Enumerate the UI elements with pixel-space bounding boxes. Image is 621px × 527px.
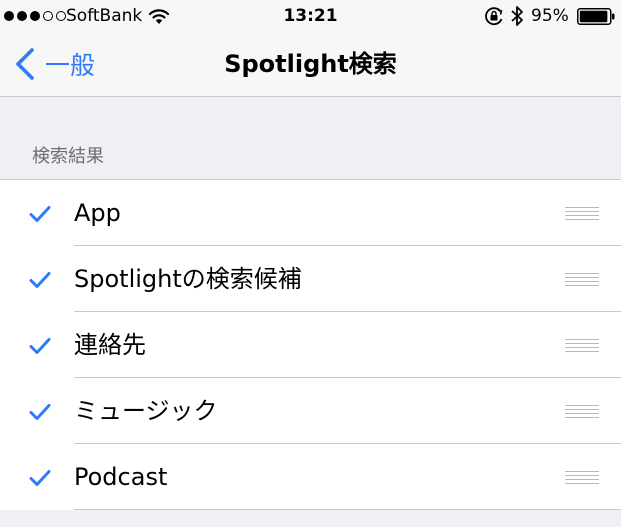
list-item-label: Spotlightの検索候補 bbox=[74, 265, 302, 293]
checkmark-icon bbox=[29, 470, 51, 486]
checkmark-icon bbox=[29, 206, 51, 222]
reorder-grip-icon[interactable] bbox=[565, 339, 599, 352]
reorder-grip-icon[interactable] bbox=[565, 405, 599, 418]
page-title: Spotlight検索 bbox=[224, 50, 397, 78]
status-bar: SoftBank 13:21 95% bbox=[0, 0, 621, 32]
list-item-contacts[interactable]: 連絡先 bbox=[0, 312, 621, 378]
rotation-lock-icon bbox=[485, 7, 503, 26]
battery-percent: 95% bbox=[531, 6, 569, 26]
battery-fill bbox=[579, 10, 608, 23]
checkmark-icon bbox=[29, 404, 51, 420]
list-item-app[interactable]: App bbox=[0, 180, 621, 246]
list-item-spotlight-suggestions[interactable]: Spotlightの検索候補 bbox=[0, 246, 621, 312]
search-results-list: App Spotlightの検索候補 連絡先 ミュージック Podcast bbox=[0, 179, 621, 510]
list-item-label: Podcast bbox=[74, 463, 168, 491]
clock: 13:21 bbox=[283, 6, 338, 26]
battery-icon bbox=[577, 8, 615, 25]
checkmark-icon bbox=[29, 338, 51, 354]
list-item-podcast[interactable]: Podcast bbox=[0, 444, 621, 510]
checkmark-icon bbox=[29, 272, 51, 288]
list-item-label: ミュージック bbox=[74, 397, 218, 425]
list-item-music[interactable]: ミュージック bbox=[0, 378, 621, 444]
section-header: 検索結果 bbox=[32, 146, 104, 167]
list-item-label: App bbox=[74, 199, 121, 227]
list-item-label: 連絡先 bbox=[74, 331, 146, 359]
top-bar: SoftBank 13:21 95% 一般 Spotlight検索 bbox=[0, 0, 621, 97]
reorder-grip-icon[interactable] bbox=[565, 273, 599, 286]
reorder-grip-icon[interactable] bbox=[565, 207, 599, 220]
reorder-grip-icon[interactable] bbox=[565, 471, 599, 484]
bluetooth-icon bbox=[511, 6, 523, 26]
